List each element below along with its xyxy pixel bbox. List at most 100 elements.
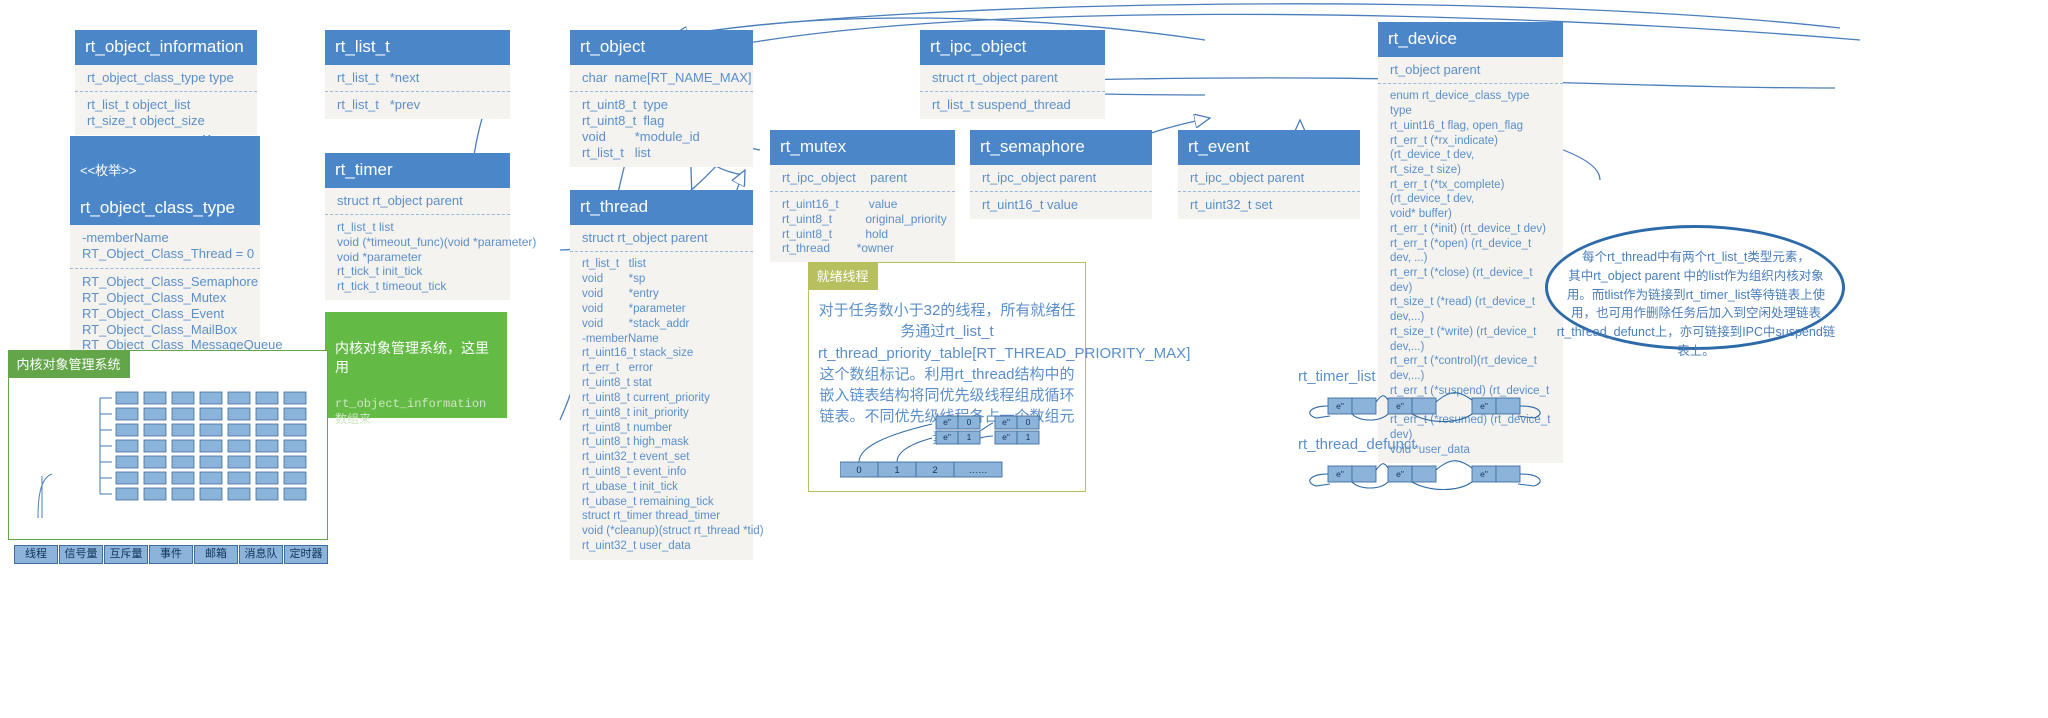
field: rt_ipc_object parent: [1190, 169, 1305, 185]
field: -memberName: [582, 332, 659, 345]
svg-text:1: 1: [894, 465, 899, 476]
field: rt_size_t size): [1390, 164, 1461, 176]
class-members: rt_list_t suspend_thread: [920, 91, 1105, 119]
field: RT_Object_Class_Semaphore: [82, 273, 259, 289]
field: rt_uint8_t number: [582, 421, 673, 434]
field: rt_err_t (*open) (rt_device_t dev, ...): [1390, 237, 1532, 265]
svg-text:0: 0: [856, 465, 861, 476]
field: rt_object parent: [1390, 61, 1481, 77]
legend-cell: 互斥量: [104, 545, 148, 564]
svg-text:0: 0: [967, 417, 972, 427]
class-rt-timer[interactable]: rt_timer struct rt_object parent rt_list…: [325, 153, 536, 300]
field: rt_list_t tlist: [582, 258, 646, 271]
field: rt_err_t (*init) (rt_device_t dev): [1390, 222, 1546, 235]
class-head: char name[RT_NAME_MAX]: [570, 65, 753, 92]
diagram-canvas: rt_object_information rt_object_class_ty…: [0, 0, 2048, 718]
field: rt_uint8_t high_mask: [582, 436, 689, 449]
label-rt-thread-defunct: rt_thread_defunct: [1298, 436, 1416, 453]
stereotype-label: <<枚举>>: [80, 162, 137, 178]
svg-text:e": e": [943, 432, 951, 442]
callout-line: 用。而tlist作为链接到rt_timer_list等待链表上使: [1566, 287, 1826, 302]
rt-timer-list-diagram: e" e" e": [1309, 392, 1541, 422]
field: void *parameter: [337, 249, 422, 264]
object-container-grid: [37, 391, 307, 519]
field: rt_ubase_t init_tick: [582, 480, 678, 493]
field: void *stack_addr: [582, 317, 690, 330]
class-title: <<枚举>> rt_object_class_type: [70, 136, 260, 226]
class-title: rt_list_t: [325, 30, 510, 65]
field: char name[RT_NAME_MAX]: [582, 69, 752, 85]
field: rt_uint32_t user_data: [582, 540, 691, 553]
field: rt_size_t object_size: [87, 113, 205, 129]
svg-text:1: 1: [1026, 432, 1031, 442]
note-line: rt_object_container[RT_Object_Cl: [335, 542, 546, 559]
field: rt_list_t object_list: [87, 97, 191, 113]
field: rt_object_class_type type: [87, 69, 234, 85]
field: struct rt_timer thread_timer: [582, 510, 721, 523]
field: RT_Object_Class_Mutex: [82, 289, 227, 305]
legend-cell: 线程: [14, 545, 58, 564]
class-head: struct rt_object parent: [325, 188, 510, 215]
field: struct rt_object parent: [582, 229, 708, 245]
class-head: rt_object parent: [1378, 57, 1563, 84]
svg-text:e": e": [943, 417, 951, 427]
callout-line: 其中rt_object parent 中的list作为组织内核对象: [1568, 268, 1824, 283]
field: rt_uint8_t type: [582, 97, 668, 113]
class-rt-list-t[interactable]: rt_list_t rt_list_t *next rt_list_t *pre…: [325, 30, 510, 120]
svg-text:e": e": [1002, 432, 1010, 442]
field: rt_uint16_t flag, open_flag: [1390, 119, 1523, 132]
enum-name: rt_object_class_type: [80, 197, 235, 217]
field: void *sp: [582, 273, 646, 286]
class-title: rt_ipc_object: [920, 30, 1105, 65]
legend-cell: 定时器: [284, 545, 328, 564]
svg-text:e": e": [1480, 469, 1488, 479]
class-title: rt_object: [570, 30, 753, 65]
class-title: rt_timer: [325, 153, 510, 188]
field: void *entry: [582, 288, 659, 301]
legend-cell: 消息队: [239, 545, 283, 564]
class-title: rt_object_information: [75, 30, 257, 65]
svg-text:0: 0: [1026, 417, 1031, 427]
class-members: rt_list_t list void (*timeout_func)(void…: [325, 214, 536, 299]
class-rt-event[interactable]: rt_event rt_ipc_object parent rt_uint32_…: [1178, 130, 1360, 220]
label-rt-timer-list: rt_timer_list: [1298, 368, 1376, 385]
class-rt-semaphore[interactable]: rt_semaphore rt_ipc_object parent rt_uin…: [970, 130, 1152, 220]
class-rt-object-information[interactable]: rt_object_information rt_object_class_ty…: [75, 30, 257, 136]
class-rt-object[interactable]: rt_object char name[RT_NAME_MAX] rt_uint…: [570, 30, 753, 167]
field: enum rt_device_class_type type: [1390, 90, 1530, 118]
class-members: rt_uint32_t set: [1178, 191, 1360, 219]
field: struct rt_object parent: [932, 69, 1058, 85]
field: rt_list_t list: [337, 220, 394, 235]
field: rt_uint16_t value: [782, 197, 898, 212]
class-rt-ipc-object[interactable]: rt_ipc_object struct rt_object parent rt…: [920, 30, 1105, 120]
field: rt_uint8_t stat: [582, 377, 652, 390]
class-title: rt_thread: [570, 190, 753, 225]
class-head: rt_ipc_object parent: [1178, 165, 1360, 192]
field: rt_thread *owner: [782, 241, 895, 256]
callout-line: 每个rt_thread中有两个rt_list_t类型元素，: [1582, 250, 1810, 264]
field: rt_list_t *next: [337, 69, 420, 85]
frame-tab-label: 就绪线程: [807, 261, 878, 290]
class-title: rt_mutex: [770, 130, 955, 165]
rt-thread-defunct-diagram: e" e" e": [1309, 460, 1541, 490]
field: void* buffer): [1390, 208, 1452, 221]
field: rt_uint8_t hold: [782, 226, 889, 241]
class-head: -memberName RT_Object_Class_Thread = 0: [70, 225, 260, 268]
field: rt_uint32_t set: [1190, 197, 1273, 213]
field: void *parameter: [582, 302, 686, 315]
field: rt_err_t (*tx_complete)(rt_device_t dev,: [1390, 178, 1505, 206]
class-head: rt_list_t *next: [325, 65, 510, 92]
class-members: rt_list_t tlist void *sp void *entry voi…: [570, 251, 764, 560]
field: -memberName: [82, 230, 169, 246]
svg-text:e": e": [1336, 469, 1344, 479]
field: rt_uint16_t value: [982, 197, 1079, 213]
note-line: rt_object_information 数组来: [335, 396, 487, 427]
field: rt_uint8_t current_priority: [582, 391, 710, 404]
note-line: 实现: [335, 447, 363, 464]
class-rt-mutex[interactable]: rt_mutex rt_ipc_object parent rt_uint16_…: [770, 130, 955, 262]
class-rt-thread[interactable]: rt_thread struct rt_object parent rt_lis…: [570, 190, 764, 560]
note-line: ass_Unknown]: [335, 580, 427, 597]
callout-line: 表上。: [1677, 343, 1715, 358]
legend-row: 线程 信号量 互斥量 事件 邮箱 消息队 定时器: [14, 545, 328, 565]
field: rt_tick_t init_tick: [337, 264, 423, 279]
